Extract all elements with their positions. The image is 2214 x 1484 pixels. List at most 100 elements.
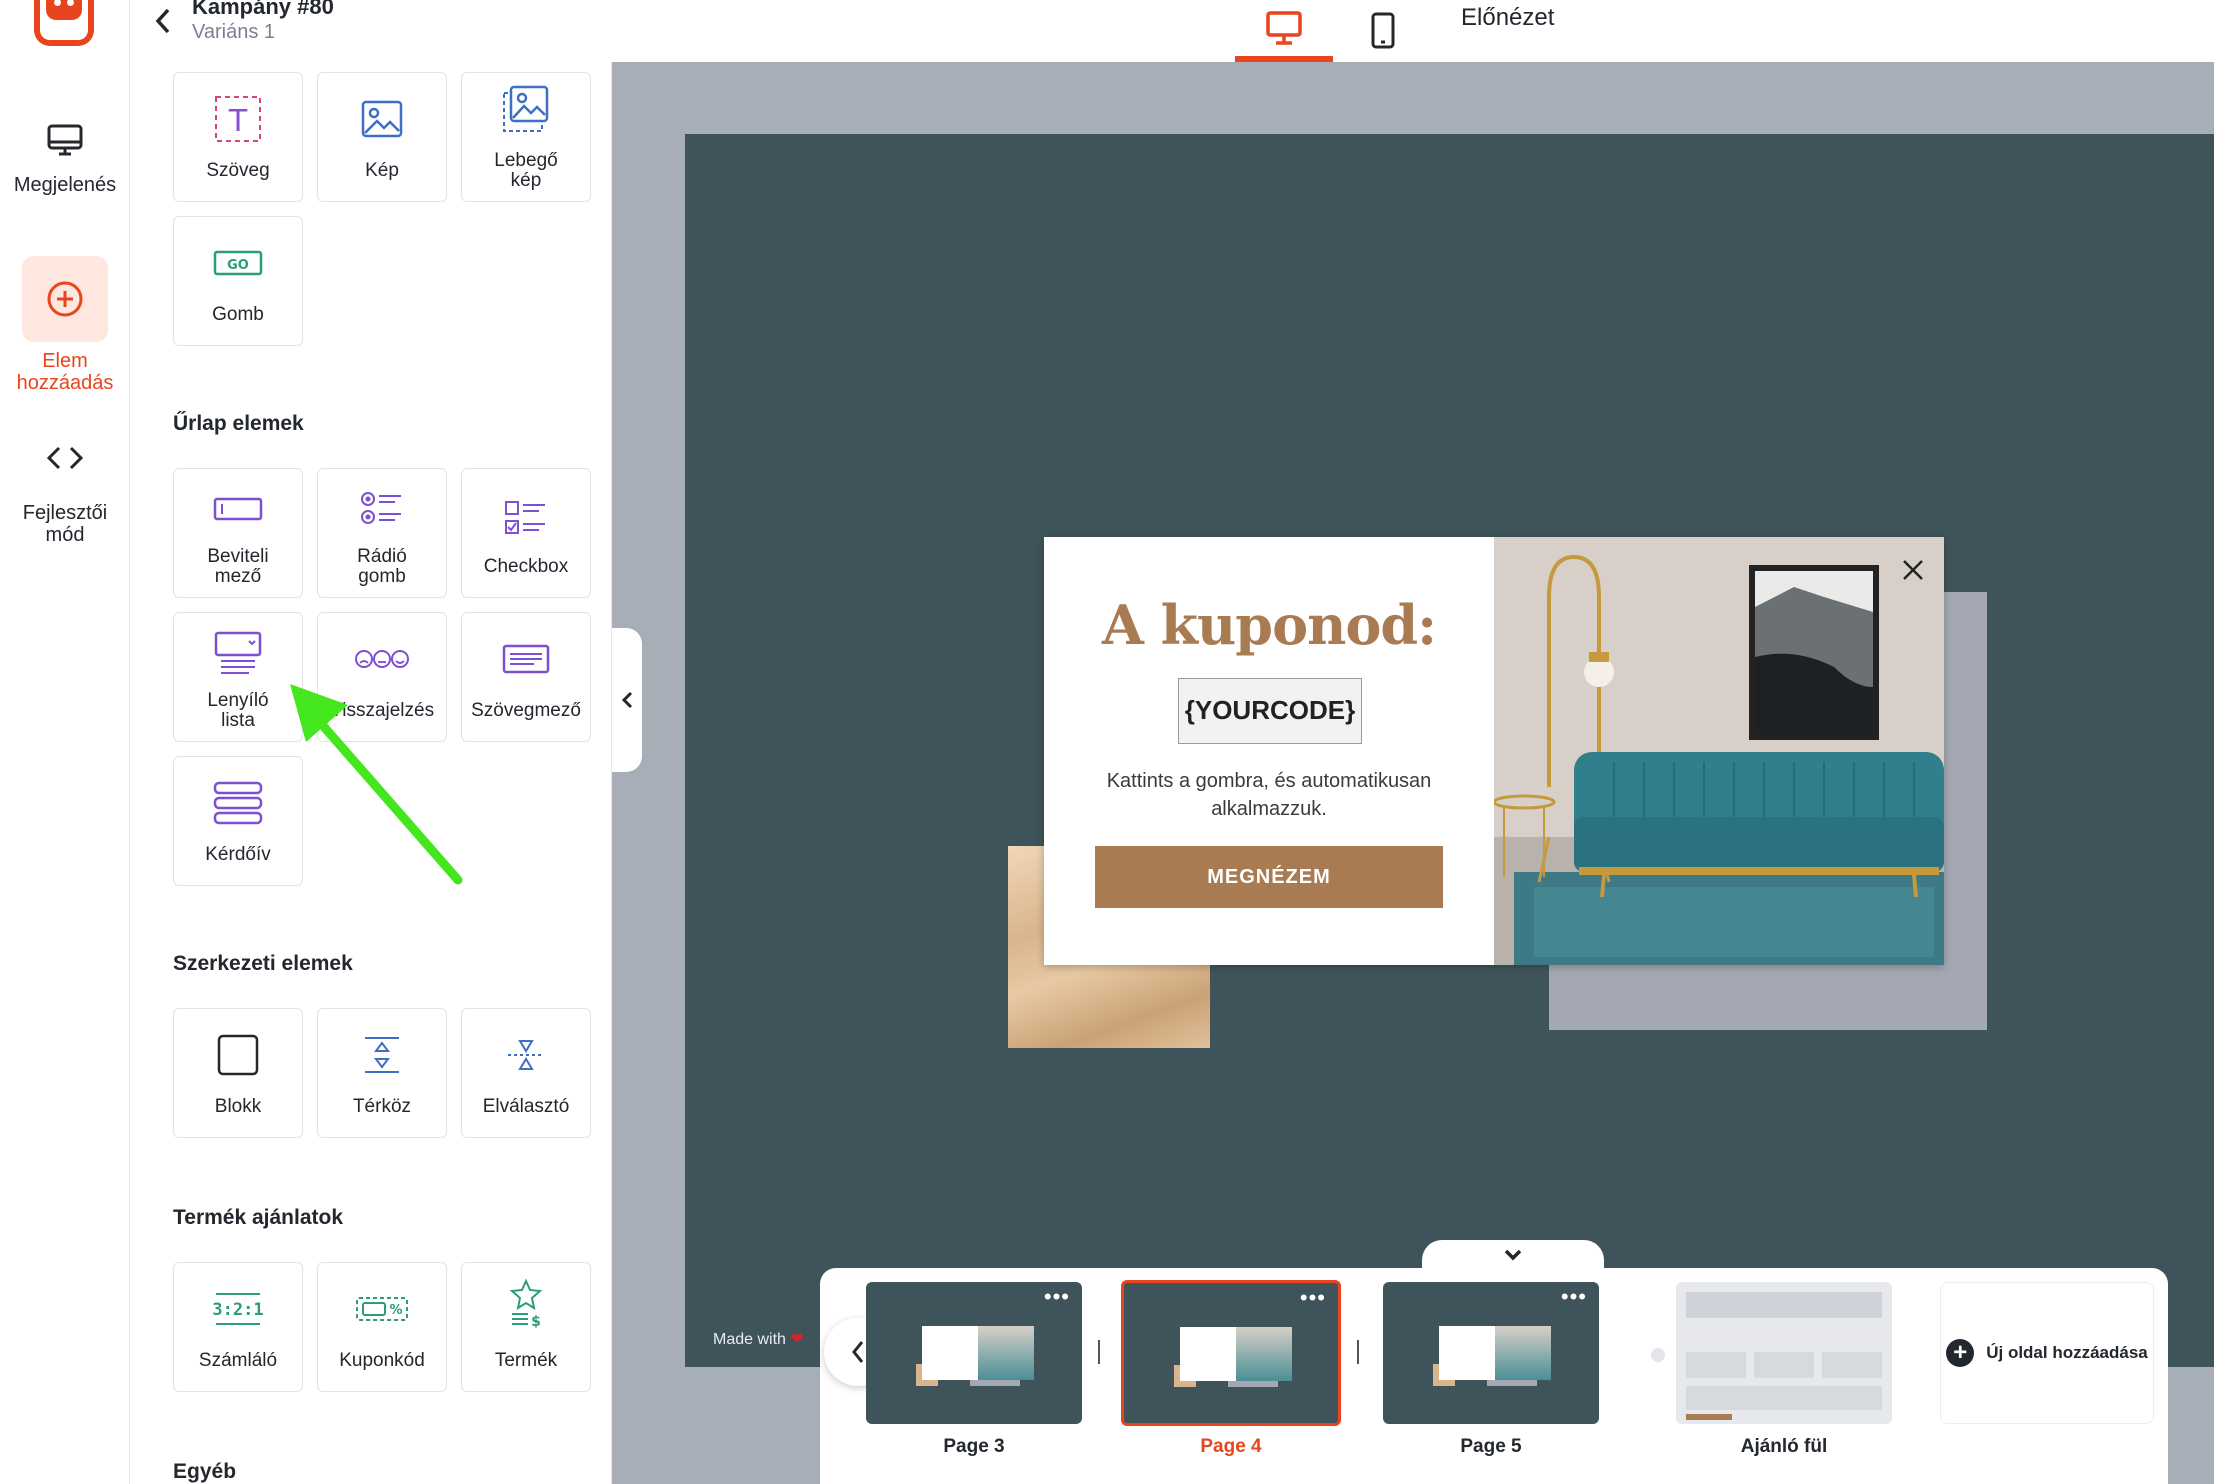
desktop-view-button[interactable]: [1235, 0, 1333, 62]
code-icon: [46, 446, 84, 470]
tile-visszajelzes[interactable]: Visszajelzés: [317, 612, 447, 742]
pages-toggle-button[interactable]: [1422, 1240, 1604, 1270]
mobile-icon: [1371, 12, 1395, 49]
tile-lebego-kep[interactable]: Lebegő kép: [461, 72, 591, 202]
variant-label: Variáns 1: [192, 21, 276, 43]
made-with-text: Made with: [713, 1331, 786, 1348]
tile-lenyilo-lista[interactable]: Lenyíló lista: [173, 612, 303, 742]
tile-label: Checkbox: [483, 556, 569, 577]
coupon-icon: %: [356, 1297, 408, 1321]
add-page-label: Új oldal hozzáadása: [1986, 1343, 2148, 1362]
survey-icon: [213, 781, 263, 825]
page-label: Page 3: [943, 1436, 1005, 1457]
mobile-view-button[interactable]: [1334, 0, 1432, 62]
editor-app: Megjelenés Elem hozzáadás Fejlesztői mód: [0, 0, 2214, 1484]
tile-label: Termék: [494, 1350, 558, 1371]
more-icon[interactable]: •••: [1561, 1286, 1587, 1308]
separator: [1098, 1340, 1100, 1364]
section-title-form: Űrlap elemek: [173, 412, 304, 435]
rail-label: Megjelenés: [13, 174, 117, 196]
plus-icon: +: [1946, 1339, 1975, 1367]
checkbox-icon: [505, 501, 545, 534]
page-label: Page 5: [1460, 1436, 1522, 1457]
rail-label: Elem hozzáadás: [16, 350, 114, 394]
add-element-panel: T Szöveg Kép Lebegő kép GO Gomb Űrlap el…: [130, 62, 612, 1484]
back-arrow-icon[interactable]: [152, 6, 174, 36]
image-icon: [361, 100, 403, 138]
coupon-code[interactable]: {YOURCODE}: [1178, 678, 1362, 744]
campaign-title: Kampány #80: [192, 0, 334, 19]
preview-button[interactable]: Előnézet: [1461, 4, 1554, 32]
tile-szoveg[interactable]: T Szöveg: [173, 72, 303, 202]
tile-terkoz[interactable]: Térköz: [317, 1008, 447, 1138]
tile-termek[interactable]: $ Termék: [461, 1262, 591, 1392]
close-icon[interactable]: [1898, 555, 1928, 585]
tile-kerdoiv[interactable]: Kérdőív: [173, 756, 303, 886]
page-thumb-5[interactable]: •••: [1383, 1282, 1599, 1424]
tile-gomb[interactable]: GO Gomb: [173, 216, 303, 346]
go-button-icon: GO: [213, 250, 263, 276]
tile-blokk[interactable]: Blokk: [173, 1008, 303, 1138]
svg-text:$: $: [531, 1314, 541, 1328]
monitor-icon: [47, 124, 83, 156]
rail-item-elem-hozzaadas[interactable]: Elem hozzáadás: [0, 256, 130, 394]
popup-description[interactable]: Kattints a gombra, és automatikusan alka…: [1084, 767, 1454, 823]
tile-radio-gomb[interactable]: Rádió gomb: [317, 468, 447, 598]
separator-dot: [1651, 1348, 1665, 1362]
tile-kuponkod[interactable]: % Kuponkód: [317, 1262, 447, 1392]
tile-elvalaszto[interactable]: Elválasztó: [461, 1008, 591, 1138]
tile-label: Beviteli mező: [207, 546, 269, 587]
block-icon: [217, 1034, 259, 1076]
svg-text:T: T: [228, 104, 248, 139]
tile-label: Rádió gomb: [357, 546, 407, 587]
left-rail: Megjelenés Elem hozzáadás Fejlesztői mód: [0, 0, 130, 1484]
rail-item-fejlesztoi-mod[interactable]: Fejlesztői mód: [0, 440, 130, 546]
popup-image[interactable]: [1494, 537, 1944, 965]
section-title-structure: Szerkezeti elemek: [173, 952, 353, 975]
tile-kep[interactable]: Kép: [317, 72, 447, 202]
app-logo[interactable]: [34, 0, 94, 46]
radio-icon: [361, 492, 401, 524]
more-icon[interactable]: •••: [1044, 1286, 1070, 1308]
chevron-left-icon: [621, 691, 633, 709]
tile-label: Gomb: [212, 304, 264, 325]
popup-content: A kuponod: {YOURCODE} Kattints a gombra,…: [1044, 537, 1494, 965]
tile-label: Szöveg: [206, 160, 270, 181]
svg-text:%: %: [389, 1303, 402, 1318]
collapse-panel-button[interactable]: [612, 628, 642, 772]
tile-szamlalo[interactable]: 3:2:1 Számláló: [173, 1262, 303, 1392]
add-page-button[interactable]: + Új oldal hozzáadása: [1940, 1282, 2154, 1424]
teaser-label: Ajánló fül: [1740, 1436, 1828, 1457]
dropdown-icon: [214, 631, 262, 674]
textarea-icon: [502, 644, 550, 674]
chevron-left-icon: [852, 1341, 864, 1363]
more-icon[interactable]: •••: [1300, 1287, 1326, 1309]
tile-label: Lenyíló lista: [207, 690, 269, 731]
svg-text:3:2:1: 3:2:1: [212, 1300, 263, 1320]
page-label-active: Page 4: [1200, 1436, 1262, 1457]
tile-label: Kép: [365, 160, 399, 181]
tile-label: Kuponkód: [339, 1350, 425, 1371]
rail-label: Fejlesztői mód: [22, 502, 108, 546]
input-field-icon: [213, 497, 263, 521]
top-header: Kampány #80 Variáns 1 Előnézet: [130, 0, 2214, 62]
product-icon: $: [509, 1278, 543, 1328]
teaser-thumb[interactable]: •••: [1676, 1282, 1892, 1424]
spacer-icon: [365, 1037, 399, 1073]
tile-label: Szövegmező: [471, 700, 581, 721]
page-thumb-4[interactable]: •••: [1121, 1280, 1341, 1426]
page-thumb-3[interactable]: •••: [866, 1282, 1082, 1424]
cta-button[interactable]: MEGNÉZEM: [1095, 846, 1443, 908]
section-title-product: Termék ajánlatok: [173, 1206, 344, 1229]
tile-beviteli-mezo[interactable]: Beviteli mező: [173, 468, 303, 598]
tile-label: Visszajelzés: [329, 700, 435, 721]
tile-checkbox[interactable]: Checkbox: [461, 468, 591, 598]
tile-szovegmezo[interactable]: Szövegmező: [461, 612, 591, 742]
section-title-other: Egyéb: [173, 1460, 237, 1483]
text-icon: T: [215, 96, 261, 142]
floating-image-icon: [503, 85, 549, 132]
chevron-down-icon: [1504, 1249, 1522, 1261]
popup-title[interactable]: A kuponod:: [1044, 593, 1494, 657]
rail-item-megjelenes[interactable]: Megjelenés: [0, 120, 130, 196]
coupon-popup[interactable]: A kuponod: {YOURCODE} Kattints a gombra,…: [1044, 537, 1944, 965]
